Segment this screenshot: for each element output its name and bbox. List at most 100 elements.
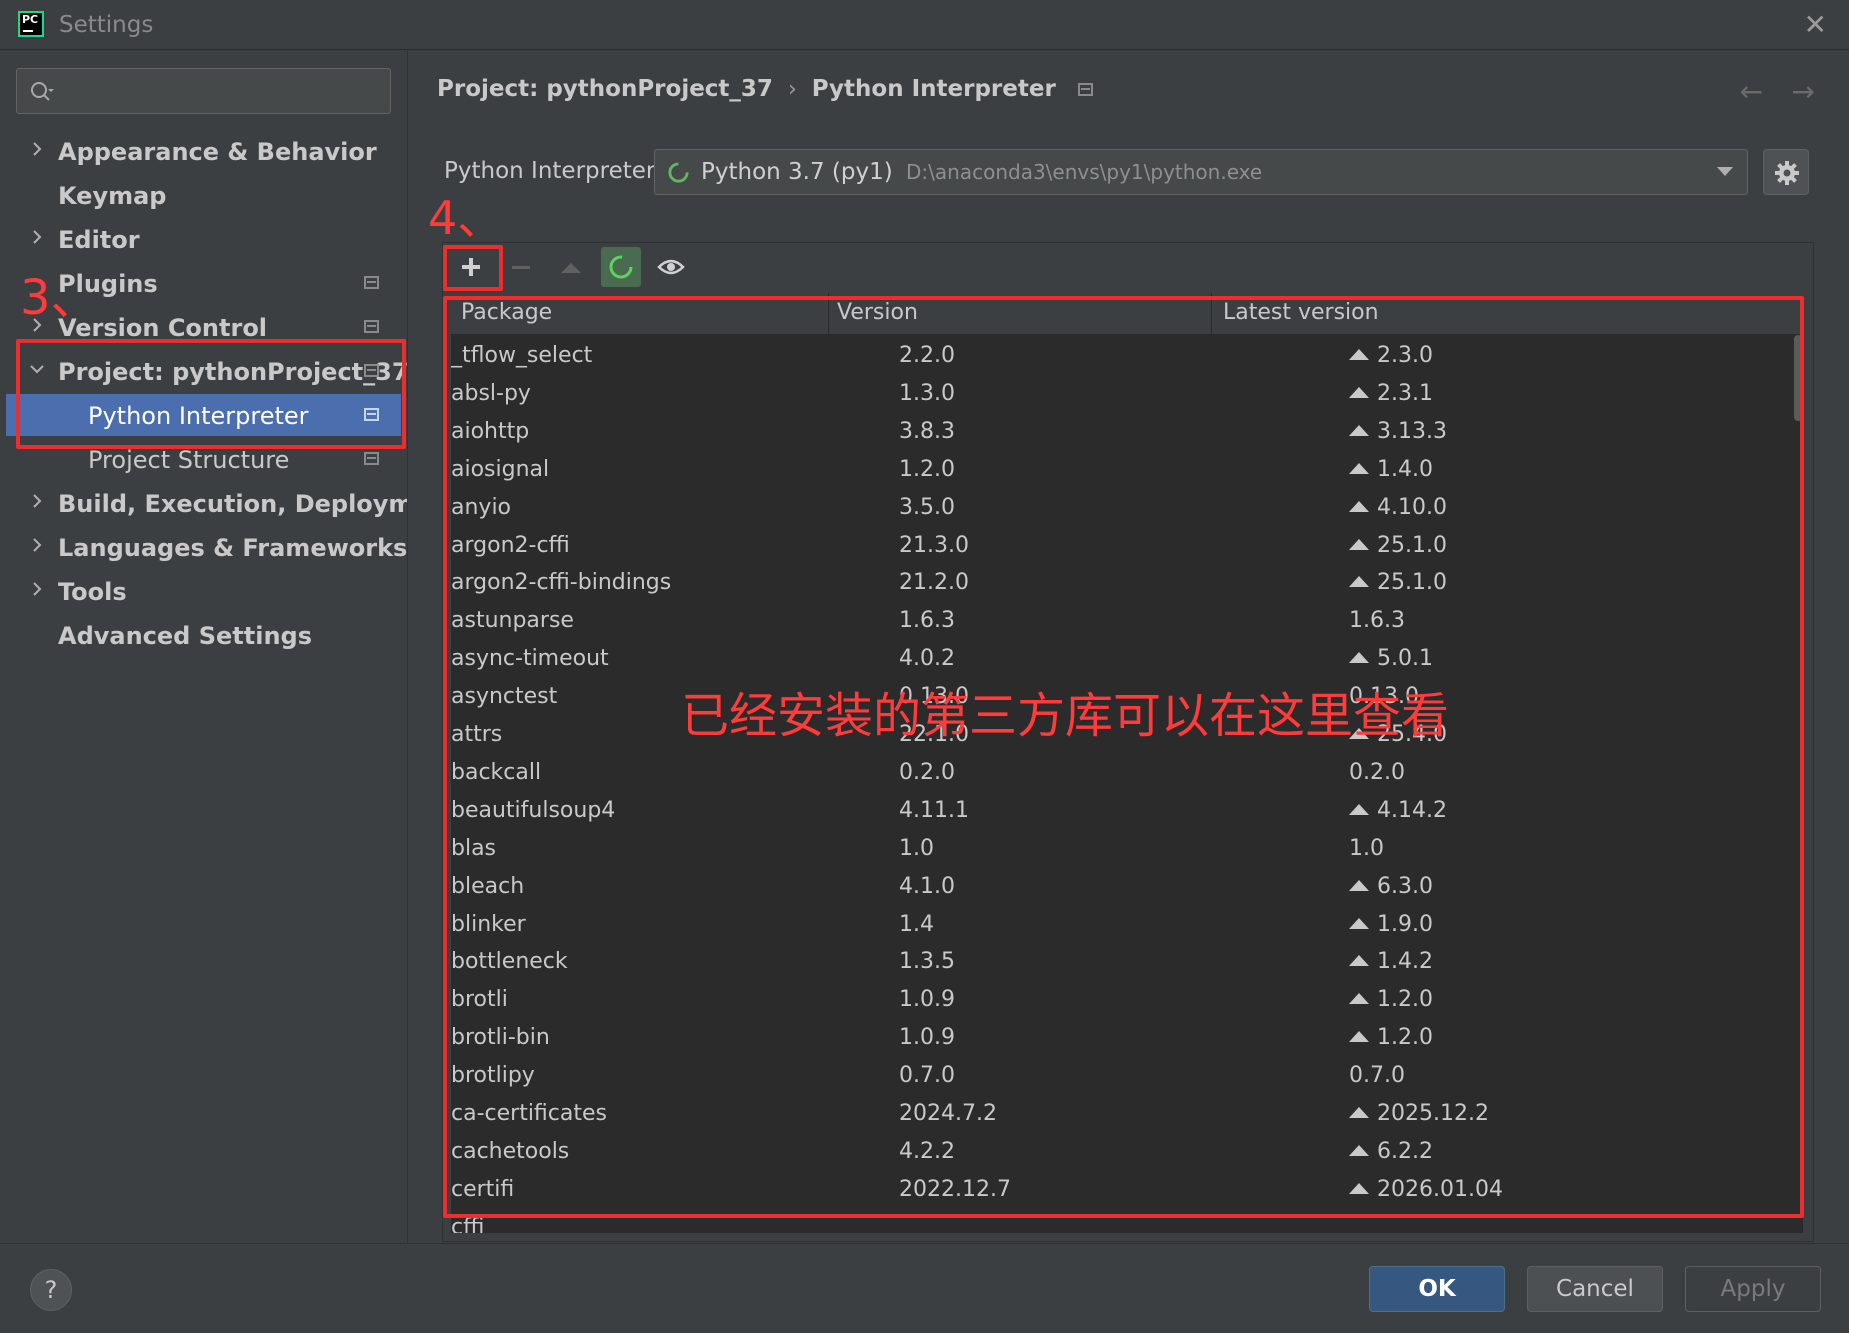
latest-version-cell: 1.9.0	[1349, 912, 1433, 937]
table-row[interactable]: beautifulsoup4 4.11.1 4.14.2	[451, 794, 1803, 831]
uninstall-package-button[interactable]	[501, 247, 541, 287]
forward-arrow-icon[interactable]: →	[1792, 75, 1815, 108]
cancel-button[interactable]: Cancel	[1527, 1266, 1663, 1312]
sidebar-item[interactable]: Appearance & Behavior	[0, 130, 407, 172]
sidebar-item[interactable]: Project Structure	[0, 438, 407, 480]
close-icon[interactable]: ✕	[1804, 8, 1827, 41]
install-package-button[interactable]	[451, 247, 491, 287]
column-header-latest-version[interactable]: Latest version	[1223, 300, 1379, 325]
cell-text: 2026.01.04	[1377, 1176, 1503, 1202]
cell-text: 1.2.0	[899, 456, 955, 482]
upgrade-package-button[interactable]	[551, 247, 591, 287]
upgrade-available-icon	[1349, 955, 1369, 967]
chevron-right-icon[interactable]	[28, 536, 46, 554]
latest-version-cell: 0.7.0	[1349, 1063, 1405, 1088]
apply-button[interactable]: Apply	[1685, 1266, 1821, 1312]
sidebar-item[interactable]: Keymap	[0, 174, 407, 216]
table-row[interactable]: certifi 2022.12.7 2026.01.04	[451, 1173, 1803, 1210]
table-row[interactable]: bleach 4.1.0 6.3.0	[451, 870, 1803, 907]
latest-version-cell: 1.0	[1349, 836, 1384, 861]
sidebar-item-label: Appearance & Behavior	[58, 138, 377, 166]
step-3-annotation: 3、	[20, 270, 99, 326]
ok-button[interactable]: OK	[1369, 1266, 1505, 1312]
table-row[interactable]: brotlipy 0.7.0 0.7.0	[451, 1059, 1803, 1096]
package-name-cell: beautifulsoup4	[451, 798, 615, 823]
cell-text: cachetools	[451, 1138, 570, 1164]
cell-text: 1.2.0	[1377, 1025, 1433, 1051]
package-name-cell: brotli	[451, 987, 508, 1012]
table-row[interactable]: argon2-cffi-bindings 21.2.0 25.1.0	[451, 566, 1803, 603]
table-row[interactable]: anyio 3.5.0 4.10.0	[451, 491, 1803, 528]
sidebar-item[interactable]: Languages & Frameworks	[0, 526, 407, 568]
table-row[interactable]: backcall 0.2.0 0.2.0	[451, 756, 1803, 793]
eye-icon	[657, 259, 685, 275]
chevron-right-icon[interactable]	[28, 140, 46, 158]
table-row[interactable]: _tflow_select 2.2.0 2.3.0	[451, 339, 1803, 376]
latest-version-cell: 5.0.1	[1349, 646, 1433, 671]
table-row[interactable]: async-timeout 4.0.2 5.0.1	[451, 642, 1803, 679]
cell-text: absl-py	[451, 380, 531, 406]
sidebar-item[interactable]: Project: pythonProject_37	[0, 350, 409, 392]
window-title: Settings	[59, 12, 154, 38]
search-input[interactable]	[67, 76, 377, 106]
cell-text: 1.6.3	[1349, 608, 1405, 634]
chevron-right-icon[interactable]	[28, 492, 46, 510]
interpreter-dropdown[interactable]: Python 3.7 (py1) D:\anaconda3\envs\py1\p…	[654, 149, 1748, 195]
help-button[interactable]: ?	[30, 1269, 72, 1311]
table-row[interactable]: astunparse 1.6.3 1.6.3	[451, 604, 1803, 641]
table-row[interactable]: aiosignal 1.2.0 1.4.0	[451, 453, 1803, 490]
cell-text: aiohttp	[451, 418, 530, 444]
table-row[interactable]: brotli-bin 1.0.9 1.2.0	[451, 1021, 1803, 1058]
latest-version-cell: 25.1.0	[1349, 533, 1447, 558]
sidebar-item[interactable]: Tools	[0, 570, 407, 612]
project-scope-icon	[364, 320, 379, 333]
package-name-cell: cffi	[451, 1215, 484, 1233]
table-row[interactable]: ca-certificates 2024.7.2 2025.12.2	[451, 1097, 1803, 1134]
scrollbar-thumb[interactable]	[1794, 335, 1802, 421]
table-row[interactable]: argon2-cffi 21.3.0 25.1.0	[451, 529, 1803, 566]
table-row[interactable]: blas 1.0 1.0	[451, 832, 1803, 869]
table-row[interactable]: cachetools 4.2.2 6.2.2	[451, 1135, 1803, 1172]
table-scrollbar[interactable]	[1793, 335, 1803, 1233]
interpreter-settings-button[interactable]	[1763, 149, 1809, 195]
chevron-down-icon[interactable]	[28, 360, 46, 378]
sidebar-item-label: Editor	[58, 226, 140, 254]
refresh-button[interactable]	[601, 247, 641, 287]
sidebar-item[interactable]: Build, Execution, Deployment	[0, 482, 458, 524]
sidebar-item[interactable]: Python Interpreter	[6, 394, 401, 436]
cell-text: 2.2.0	[899, 343, 955, 368]
sidebar-item[interactable]: Editor	[0, 218, 407, 260]
project-scope-icon	[364, 364, 379, 377]
cell-text: astunparse	[451, 608, 574, 634]
chevron-down-icon	[1717, 167, 1733, 176]
upgrade-available-icon	[1349, 462, 1369, 474]
version-cell: 0.2.0	[899, 760, 955, 785]
show-early-releases-button[interactable]	[651, 247, 691, 287]
step-4-annotation: 4、	[428, 191, 504, 245]
latest-version-cell: 2026.01.04	[1349, 1177, 1503, 1202]
latest-version-cell: 1.2.0	[1349, 987, 1433, 1012]
table-row[interactable]: brotli 1.0.9 1.2.0	[451, 983, 1803, 1020]
breadcrumb: Project: pythonProject_37 › Python Inter…	[437, 76, 1093, 102]
table-row[interactable]: absl-py 1.3.0 2.3.1	[451, 377, 1803, 414]
back-arrow-icon[interactable]: ←	[1740, 75, 1763, 108]
table-row[interactable]: cffi	[451, 1211, 1803, 1233]
settings-search[interactable]	[16, 68, 391, 114]
version-cell: 1.0.9	[899, 1025, 955, 1050]
table-row[interactable]: aiohttp 3.8.3 3.13.3	[451, 415, 1803, 452]
table-row[interactable]: bottleneck 1.3.5 1.4.2	[451, 945, 1803, 982]
cell-text: 2024.7.2	[899, 1101, 997, 1126]
cell-text: 21.2.0	[899, 570, 969, 596]
latest-version-cell: 25.1.0	[1349, 570, 1447, 595]
breadcrumb-project[interactable]: Project: pythonProject_37	[437, 76, 773, 102]
cell-text: argon2-cffi-bindings	[451, 570, 672, 596]
sidebar-item[interactable]: Advanced Settings	[0, 614, 407, 656]
table-row[interactable]: blinker 1.4 1.9.0	[451, 908, 1803, 945]
cell-text: 6.2.2	[1377, 1138, 1433, 1164]
package-name-cell: backcall	[451, 760, 541, 785]
column-header-version[interactable]: Version	[837, 300, 918, 325]
cell-text: anyio	[451, 494, 512, 520]
chevron-right-icon[interactable]	[28, 580, 46, 598]
column-header-package[interactable]: Package	[461, 300, 552, 325]
chevron-right-icon[interactable]	[28, 228, 46, 246]
